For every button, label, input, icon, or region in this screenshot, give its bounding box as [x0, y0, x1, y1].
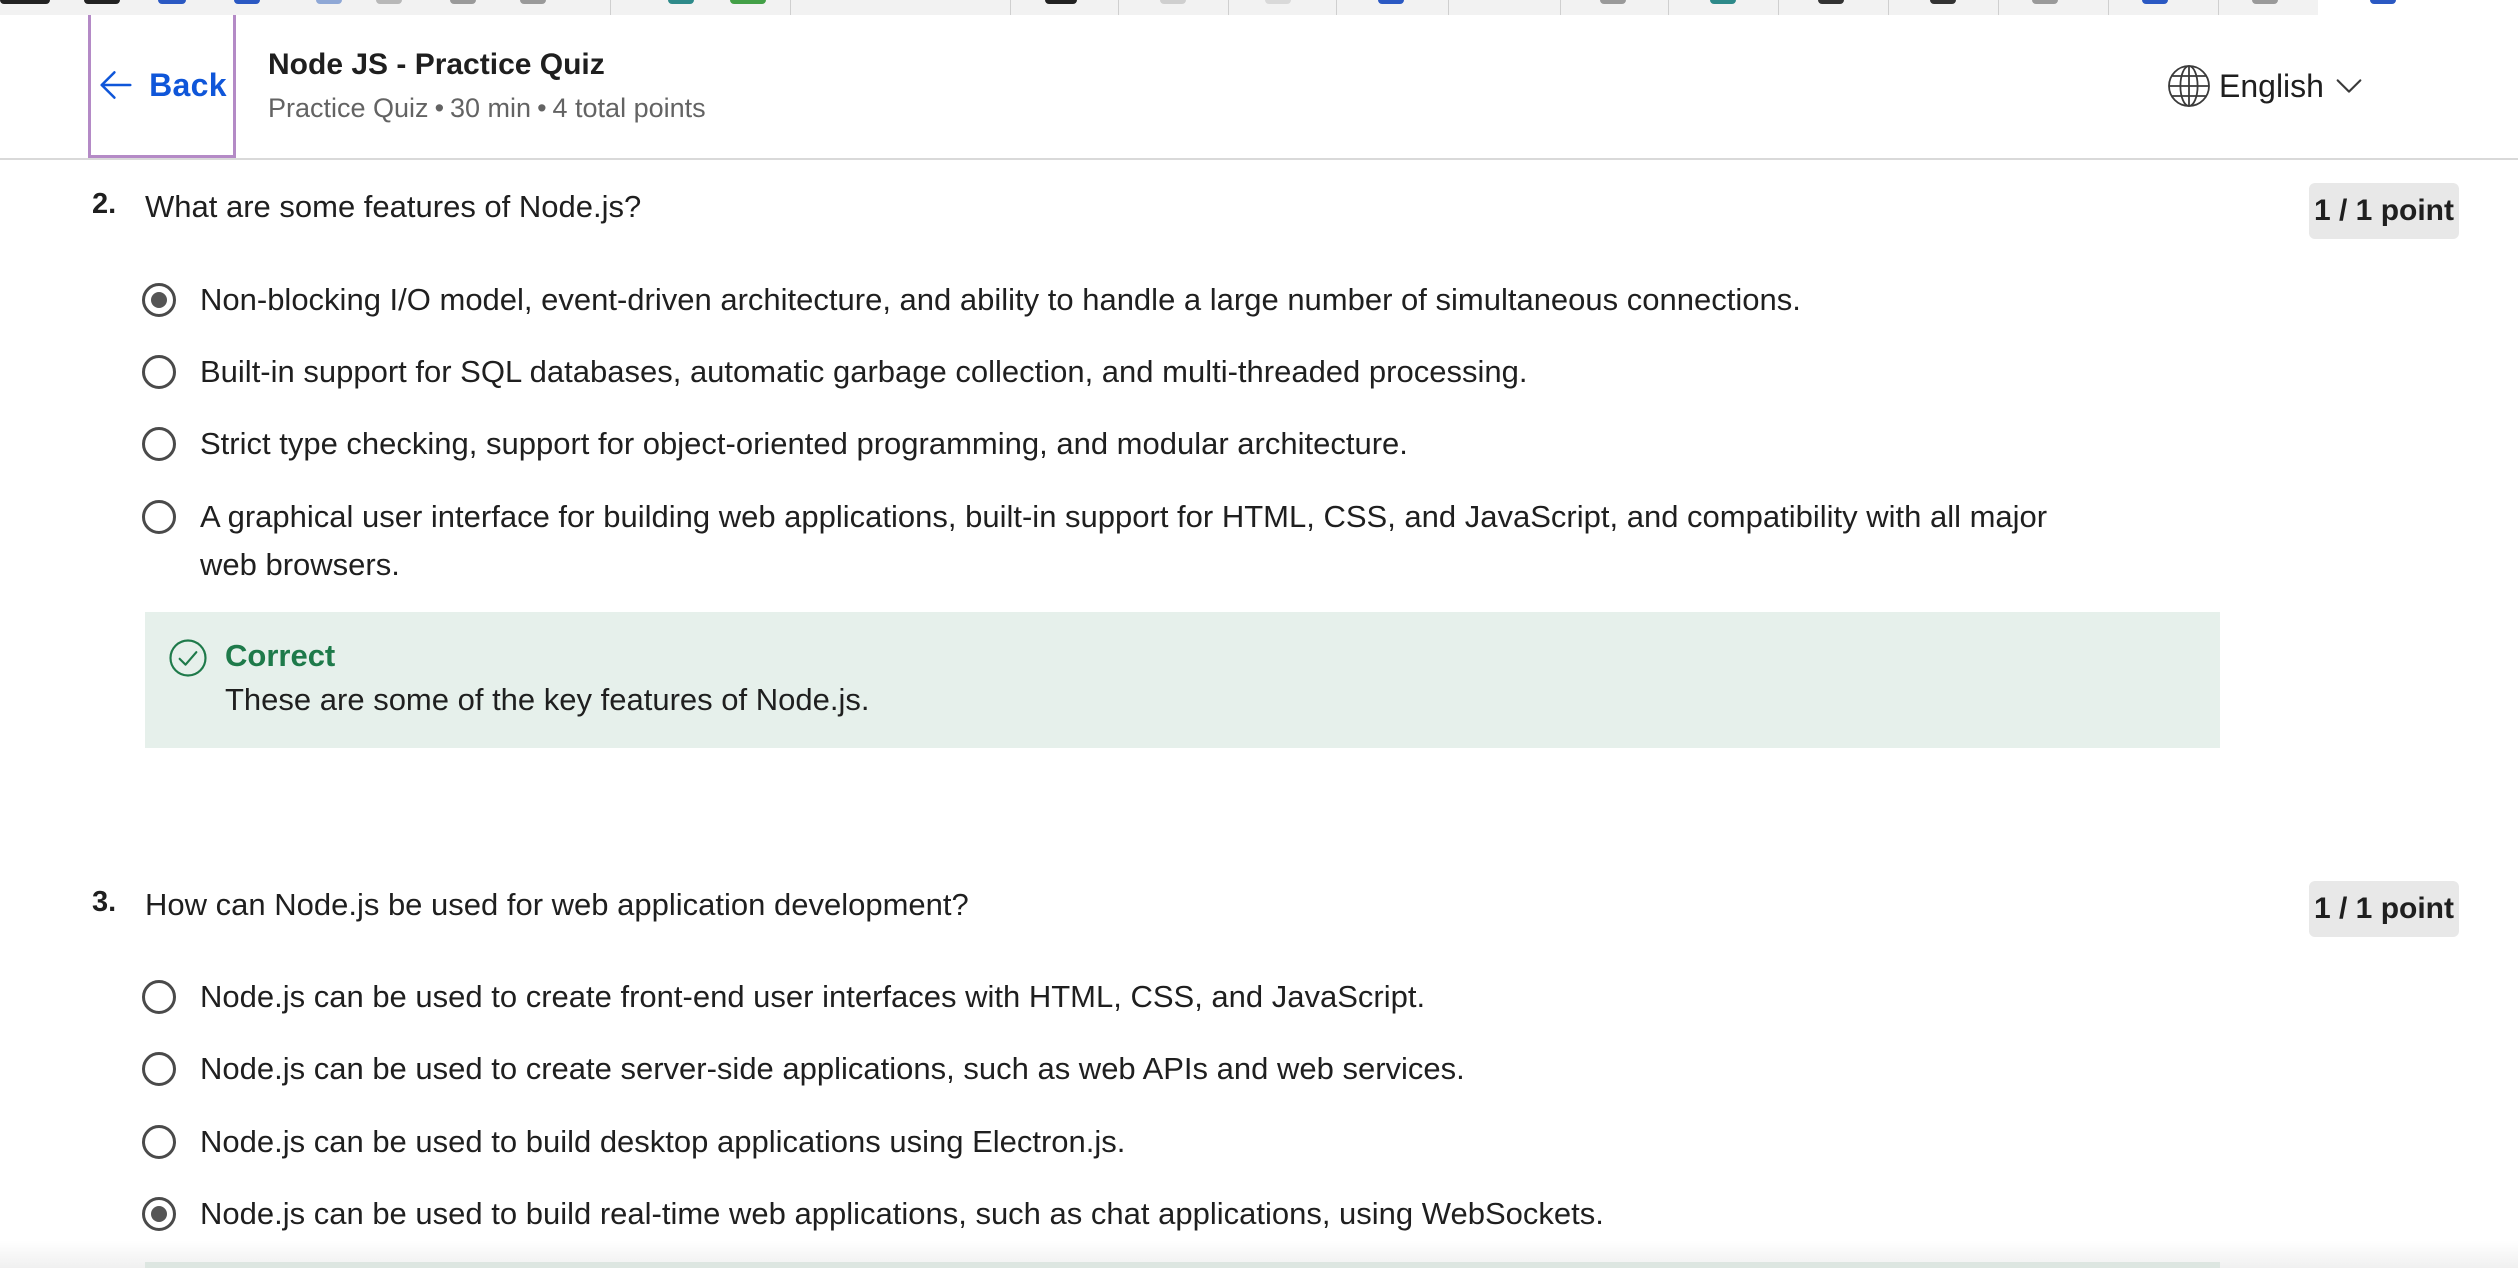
tab-favicon[interactable]	[316, 0, 342, 4]
radio-button[interactable]	[142, 427, 176, 461]
feedback-correct: Correct These are some of the key featur…	[145, 612, 2220, 748]
radio-button[interactable]	[142, 980, 176, 1014]
quiz-meta: Practice Quiz • 30 min • 4 total points	[268, 93, 706, 124]
back-button[interactable]: Back	[88, 15, 236, 158]
points-badge: 1 / 1 point	[2309, 881, 2459, 937]
tab-divider	[2218, 0, 2219, 15]
radio-button[interactable]	[142, 500, 176, 534]
tab-divider	[1668, 0, 1669, 15]
tab-favicon[interactable]	[2142, 0, 2168, 4]
option-label: A graphical user interface for building …	[200, 499, 2048, 582]
tab-favicon[interactable]	[1160, 0, 1186, 4]
tab-favicon[interactable]	[158, 0, 186, 4]
tab-favicon[interactable]	[730, 0, 766, 4]
language-label: English	[2219, 67, 2324, 104]
tab-favicon[interactable]	[234, 0, 260, 4]
answer-option[interactable]: Node.js can be used to create front-end …	[142, 979, 1425, 1021]
tab-divider	[1448, 0, 1449, 15]
quiz-total-points: 4 total points	[552, 93, 706, 123]
question-number: 2.	[92, 188, 117, 220]
points-badge: 1 / 1 point	[2309, 183, 2459, 239]
answer-option[interactable]: Non-blocking I/O model, event-driven arc…	[142, 282, 1801, 324]
tab-favicon[interactable]	[1818, 0, 1844, 4]
question-number: 3.	[92, 886, 117, 918]
tab-favicon[interactable]	[1930, 0, 1956, 4]
tab-divider	[1778, 0, 1779, 15]
feedback-panel-edge	[145, 1262, 2220, 1268]
tab-favicon[interactable]	[1710, 0, 1736, 4]
answer-option[interactable]: Node.js can be used to create server-sid…	[142, 1051, 1465, 1093]
radio-button[interactable]	[142, 355, 176, 389]
tab-favicon[interactable]	[450, 0, 476, 4]
tab-favicon[interactable]	[2370, 0, 2396, 4]
radio-button-selected[interactable]	[142, 1197, 176, 1231]
chevron-down-icon	[2336, 79, 2362, 93]
tab-favicon[interactable]	[1045, 0, 1077, 4]
feedback-message: These are some of the key features of No…	[225, 682, 870, 717]
quiz-header: Back Node JS - Practice Quiz Practice Qu…	[0, 15, 2518, 160]
check-circle-icon	[169, 639, 207, 677]
option-label: Node.js can be used to create front-end …	[200, 979, 1426, 1014]
browser-tab-strip	[0, 0, 2518, 16]
question-text: What are some features of Node.js?	[145, 189, 642, 224]
quiz-type: Practice Quiz	[268, 93, 429, 123]
tab-divider	[1118, 0, 1119, 15]
question-text: How can Node.js be used for web applicat…	[145, 887, 969, 922]
tab-divider	[610, 0, 611, 15]
option-label: Built-in support for SQL databases, auto…	[200, 354, 1528, 389]
active-tab[interactable]	[2318, 0, 2518, 15]
arrow-left-icon	[100, 71, 132, 99]
language-selector[interactable]: English	[2165, 60, 2366, 112]
tab-divider	[1336, 0, 1337, 15]
radio-button[interactable]	[142, 1052, 176, 1086]
tab-favicon[interactable]	[1600, 0, 1626, 4]
radio-button[interactable]	[142, 1125, 176, 1159]
tab-divider	[790, 0, 791, 15]
option-label: Node.js can be used to create server-sid…	[200, 1051, 1465, 1086]
back-label: Back	[149, 66, 227, 103]
tab-divider	[1888, 0, 1889, 15]
tab-favicon[interactable]	[668, 0, 694, 4]
option-label: Non-blocking I/O model, event-driven arc…	[200, 282, 1801, 317]
tab-divider	[1010, 0, 1011, 15]
tab-favicon[interactable]	[2252, 0, 2278, 4]
tab-favicon[interactable]	[0, 0, 50, 4]
tab-divider	[2108, 0, 2109, 15]
tab-favicon[interactable]	[1378, 0, 1404, 4]
answer-option[interactable]: A graphical user interface for building …	[142, 499, 2102, 589]
answer-option[interactable]: Node.js can be used to build real-time w…	[142, 1196, 1604, 1238]
tab-divider	[1998, 0, 1999, 15]
meta-separator: •	[434, 93, 445, 123]
option-label: Node.js can be used to build real-time w…	[200, 1196, 1604, 1231]
radio-button-selected[interactable]	[142, 283, 176, 317]
tab-favicon[interactable]	[520, 0, 546, 4]
tab-divider	[1228, 0, 1229, 15]
option-label: Strict type checking, support for object…	[200, 426, 1408, 461]
tab-favicon[interactable]	[1265, 0, 1291, 4]
feedback-status: Correct	[225, 638, 336, 673]
tab-divider	[1560, 0, 1561, 15]
page-title: Node JS - Practice Quiz	[268, 48, 605, 81]
quiz-duration: 30 min	[450, 93, 532, 123]
tab-favicon[interactable]	[2032, 0, 2058, 4]
option-label: Node.js can be used to build desktop app…	[200, 1124, 1126, 1159]
answer-option[interactable]: Node.js can be used to build desktop app…	[142, 1124, 1125, 1166]
tab-favicon[interactable]	[84, 0, 120, 4]
answer-option[interactable]: Built-in support for SQL databases, auto…	[142, 354, 1527, 396]
globe-icon	[2168, 65, 2210, 107]
answer-option[interactable]: Strict type checking, support for object…	[142, 426, 1408, 468]
meta-separator: •	[537, 93, 547, 123]
tab-favicon[interactable]	[376, 0, 402, 4]
